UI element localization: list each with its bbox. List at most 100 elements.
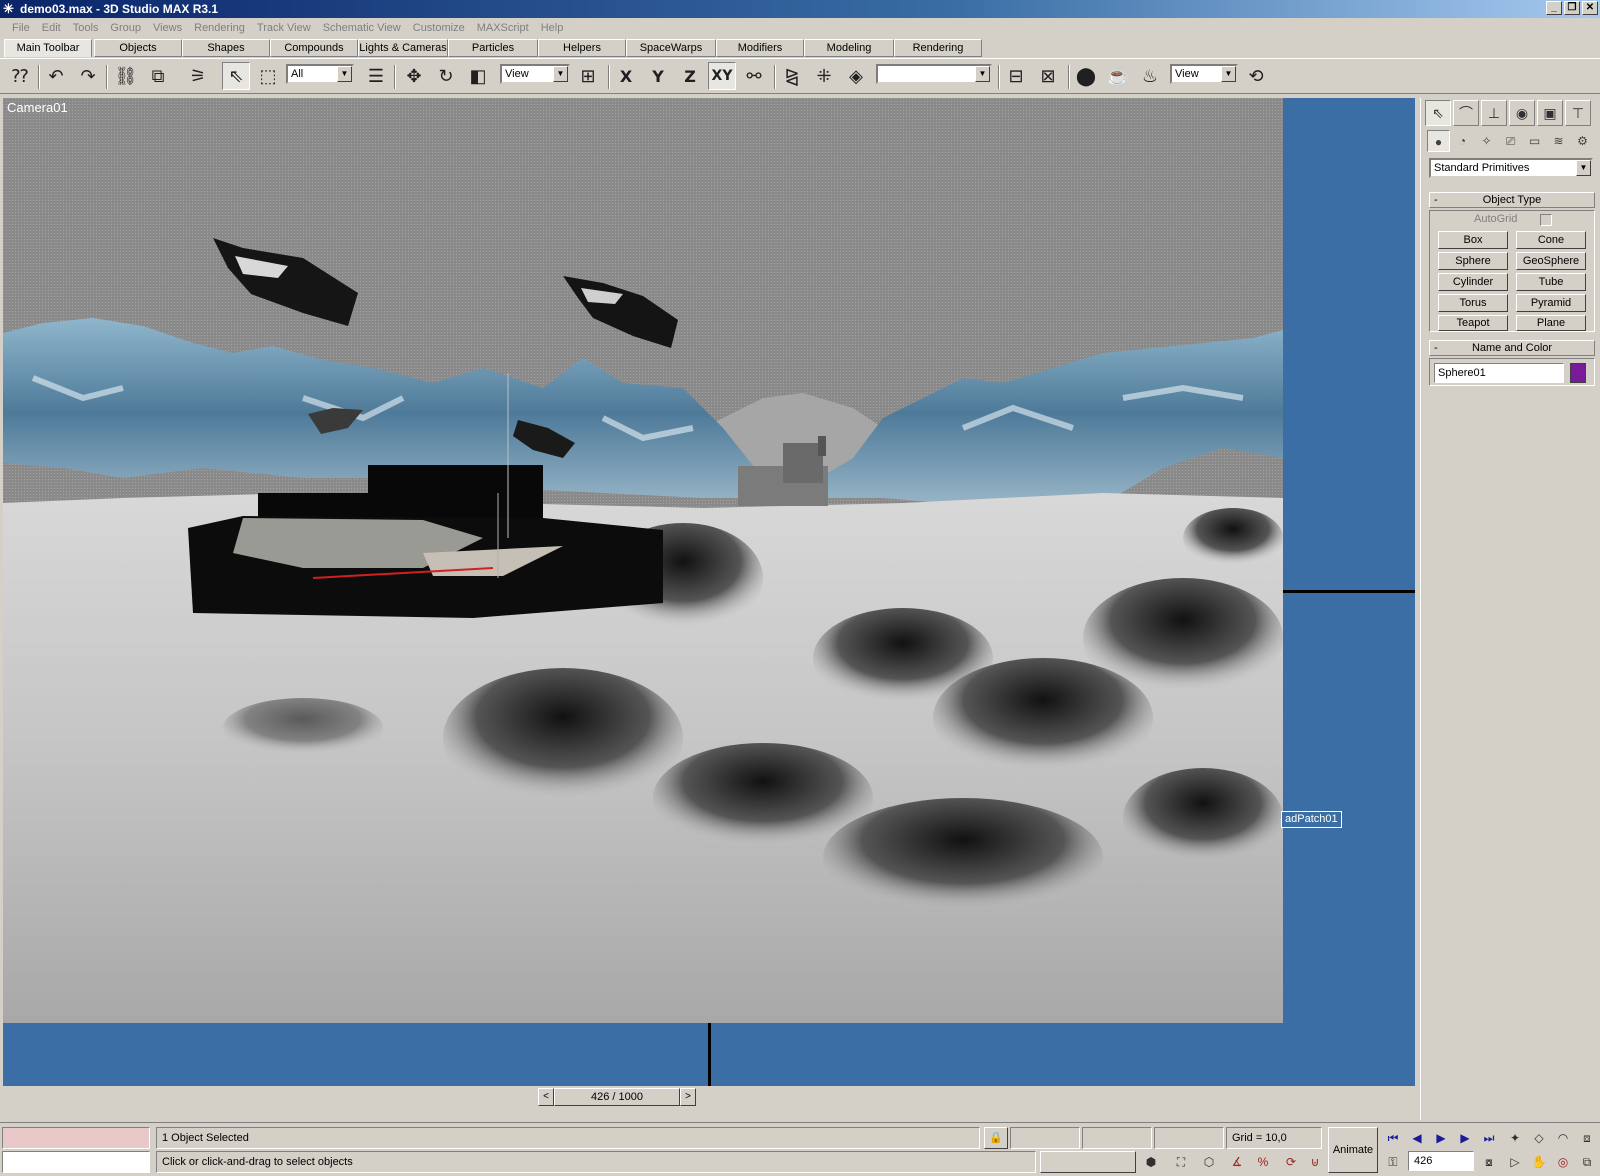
magnet-icon[interactable]: ⊍: [1306, 1153, 1324, 1171]
plane-button[interactable]: Plane: [1516, 315, 1586, 331]
cylinder-button[interactable]: Cylinder: [1438, 273, 1508, 291]
ik-icon[interactable]: ⚯: [740, 62, 768, 90]
tab-modifiers[interactable]: Modifiers: [716, 39, 804, 57]
tube-button[interactable]: Tube: [1516, 273, 1586, 291]
motion-tab-icon[interactable]: ◉: [1509, 100, 1535, 126]
zoom-icon[interactable]: ✦: [1506, 1129, 1524, 1147]
viewport-divider[interactable]: [708, 1023, 711, 1086]
redo-icon[interactable]: ↷: [74, 62, 102, 90]
cube-icon[interactable]: ⬢: [1142, 1153, 1160, 1171]
array-icon[interactable]: ⁜: [810, 62, 838, 90]
x-coordinate-field[interactable]: [1010, 1127, 1080, 1149]
box-mode-icon[interactable]: ⬡: [1200, 1153, 1218, 1171]
camera-viewport[interactable]: Camera01: [3, 98, 1283, 1023]
lights-icon[interactable]: ✧: [1475, 130, 1498, 152]
app-icon[interactable]: ✳: [3, 2, 14, 16]
zoom-all-icon[interactable]: ◇: [1530, 1129, 1548, 1147]
time-slider[interactable]: 426 / 1000: [554, 1088, 680, 1106]
tab-objects[interactable]: Objects: [94, 39, 182, 57]
reference-coordinate-dropdown[interactable]: View ▼: [500, 64, 570, 84]
create-tab-icon[interactable]: ⇖: [1425, 100, 1451, 126]
mirror-icon[interactable]: ⧎: [778, 62, 806, 90]
spinner-snap-icon[interactable]: ⟳: [1282, 1153, 1300, 1171]
menu-tools[interactable]: Tools: [67, 18, 105, 38]
menu-group[interactable]: Group: [104, 18, 147, 38]
restore-button[interactable]: ❐: [1564, 1, 1580, 15]
lock-icon[interactable]: 🔒: [984, 1127, 1008, 1149]
object-color-swatch[interactable]: [1570, 363, 1586, 383]
undo-icon[interactable]: ↶: [42, 62, 70, 90]
render-scene-icon[interactable]: ☕: [1104, 62, 1132, 90]
time-config-icon[interactable]: ⧇: [1480, 1153, 1498, 1171]
menu-track-view[interactable]: Track View: [251, 18, 317, 38]
viewport-label[interactable]: Camera01: [7, 100, 68, 115]
menu-rendering[interactable]: Rendering: [188, 18, 251, 38]
go-to-start-icon[interactable]: ⏮: [1384, 1129, 1402, 1147]
spacewarps-icon[interactable]: ≋: [1547, 130, 1570, 152]
time-prev-arrow[interactable]: <: [538, 1088, 554, 1106]
tab-helpers[interactable]: Helpers: [538, 39, 626, 57]
field-of-view-icon[interactable]: ◠: [1554, 1129, 1572, 1147]
torus-button[interactable]: Torus: [1438, 294, 1508, 312]
key-mode-icon[interactable]: ⚿: [1384, 1153, 1402, 1171]
min-max-toggle-icon[interactable]: ⧉: [1578, 1153, 1596, 1171]
y-coordinate-field[interactable]: [1082, 1127, 1152, 1149]
select-object-icon[interactable]: ⇖: [222, 62, 250, 90]
select-by-name-icon[interactable]: ☰: [362, 62, 390, 90]
minimize-button[interactable]: _: [1546, 1, 1562, 15]
schematic-view-icon[interactable]: ⊠: [1034, 62, 1062, 90]
autogrid-checkbox[interactable]: [1540, 214, 1552, 226]
z-coordinate-field[interactable]: [1154, 1127, 1224, 1149]
primitive-type-dropdown[interactable]: Standard Primitives ▼: [1429, 158, 1593, 178]
quick-render-icon[interactable]: ♨: [1136, 62, 1164, 90]
current-frame-field[interactable]: 426: [1408, 1151, 1474, 1171]
pyramid-button[interactable]: Pyramid: [1516, 294, 1586, 312]
previous-frame-icon[interactable]: ◀: [1408, 1129, 1426, 1147]
close-button[interactable]: ✕: [1582, 1, 1598, 15]
maxscript-input-field[interactable]: [2, 1151, 150, 1173]
dolly-icon[interactable]: ▷: [1506, 1153, 1524, 1171]
menu-edit[interactable]: Edit: [36, 18, 67, 38]
unlink-icon[interactable]: ⧉: [144, 62, 172, 90]
systems-icon[interactable]: ⚙: [1571, 130, 1594, 152]
hierarchy-tab-icon[interactable]: ⊥: [1481, 100, 1507, 126]
selection-filter-dropdown[interactable]: All ▼: [286, 64, 354, 84]
material-editor-icon[interactable]: ⬤: [1072, 62, 1100, 90]
bind-spacewarp-icon[interactable]: ⚞: [184, 62, 212, 90]
track-view-icon[interactable]: ⊟: [1002, 62, 1030, 90]
tab-particles[interactable]: Particles: [448, 39, 538, 57]
menu-customize[interactable]: Customize: [407, 18, 471, 38]
menu-schematic-view[interactable]: Schematic View: [317, 18, 407, 38]
restrict-z-button[interactable]: Z: [676, 62, 704, 90]
tab-rendering[interactable]: Rendering: [894, 39, 982, 57]
percent-snap-icon[interactable]: %: [1254, 1153, 1272, 1171]
geometry-icon[interactable]: ●: [1427, 130, 1450, 152]
display-tab-icon[interactable]: ▣: [1537, 100, 1563, 126]
cameras-icon[interactable]: ⎚: [1499, 130, 1522, 152]
animate-button[interactable]: Animate: [1328, 1127, 1378, 1173]
tab-shapes[interactable]: Shapes: [182, 39, 270, 57]
restrict-x-button[interactable]: X: [612, 62, 640, 90]
time-next-arrow[interactable]: >: [680, 1088, 696, 1106]
help-select-icon[interactable]: ⁇: [6, 62, 34, 90]
tab-main-toolbar[interactable]: Main Toolbar: [4, 39, 92, 57]
maximize-viewport-icon[interactable]: ⧈: [1578, 1129, 1596, 1147]
maxscript-listener-field[interactable]: [2, 1127, 150, 1149]
menu-file[interactable]: File: [6, 18, 36, 38]
rotate-icon[interactable]: ↻: [432, 62, 460, 90]
tab-compounds[interactable]: Compounds: [270, 39, 358, 57]
orbit-icon[interactable]: ◎: [1554, 1153, 1572, 1171]
object-name-field[interactable]: Sphere01: [1434, 363, 1564, 383]
region-select-icon[interactable]: ⬚: [254, 62, 282, 90]
menu-maxscript[interactable]: MAXScript: [471, 18, 535, 38]
pivot-center-icon[interactable]: ⊞: [574, 62, 602, 90]
teapot-button[interactable]: Teapot: [1438, 315, 1508, 331]
cone-button[interactable]: Cone: [1516, 231, 1586, 249]
tab-modeling[interactable]: Modeling: [804, 39, 894, 57]
render-type-dropdown[interactable]: View ▼: [1170, 64, 1238, 84]
snap-toggle-icon[interactable]: ⛶: [1172, 1153, 1190, 1171]
name-color-rollout-header[interactable]: - Name and Color: [1429, 340, 1595, 356]
box-button[interactable]: Box: [1438, 231, 1508, 249]
modify-tab-icon[interactable]: ⌒: [1453, 100, 1479, 126]
object-type-rollout-header[interactable]: - Object Type: [1429, 192, 1595, 208]
